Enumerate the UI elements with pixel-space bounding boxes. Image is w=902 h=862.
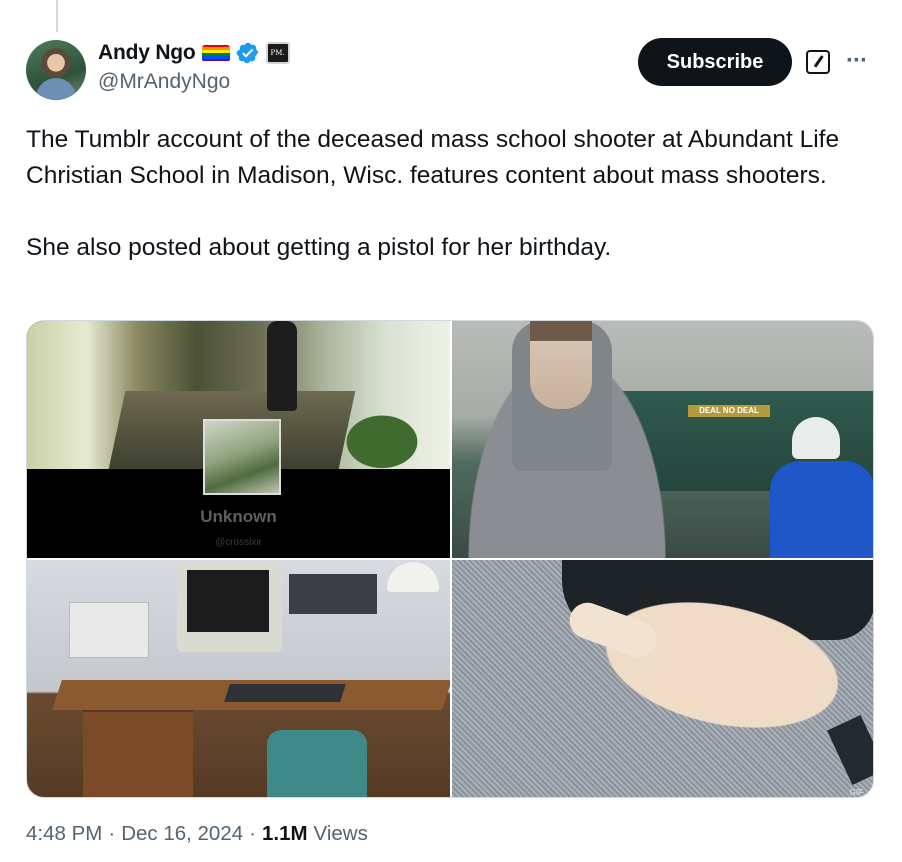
views-count: 1.1M (261, 822, 308, 845)
author-handle[interactable]: @MrAndyNgo (98, 70, 230, 94)
inset-thumbnail (203, 419, 281, 495)
walking-figure (267, 321, 297, 411)
pride-flag-icon (201, 44, 230, 62)
views-label: Views (313, 822, 368, 845)
media-tile-hallway[interactable]: Unknown @crossixir (27, 321, 450, 558)
printer (69, 602, 149, 658)
plant (327, 401, 437, 469)
avatar[interactable] (26, 40, 86, 100)
tweet-time[interactable]: 4:48 PM (26, 822, 102, 846)
thread-connector-line (56, 0, 58, 32)
meta-separator: · (249, 822, 256, 845)
media-grid: Unknown @crossixir DEAL NO DEAL GIF (26, 320, 874, 798)
desk-lamp (387, 562, 439, 592)
store-sign: DEAL NO DEAL (688, 405, 770, 417)
tweet-date[interactable]: Dec 16, 2024 (121, 822, 243, 846)
office-chair (267, 730, 367, 797)
media-caption: Unknown (200, 507, 277, 526)
tweet-text: The Tumblr account of the deceased mass … (26, 122, 876, 266)
verified-icon[interactable] (236, 41, 260, 65)
more-icon[interactable]: ··· (846, 47, 868, 75)
background-person (770, 461, 873, 558)
monitor-screen (187, 570, 269, 632)
tweet-meta: 4:48 PM · Dec 16, 2024 · 1.1M Views (26, 822, 368, 846)
media-tile-gif[interactable]: GIF (452, 560, 873, 797)
affiliation-icon[interactable]: PM. (265, 42, 290, 64)
media-tile-desk[interactable] (27, 560, 450, 797)
avatar-shoulders (36, 78, 76, 100)
author-name-row: Andy Ngo PM. (98, 40, 290, 66)
tweet-paragraph: She also posted about getting a pistol f… (26, 234, 612, 261)
desk-drawers (83, 710, 193, 797)
grok-icon[interactable] (806, 50, 830, 74)
media-tile-hoodie[interactable]: DEAL NO DEAL (452, 321, 873, 558)
media-credit: @crossixir (215, 537, 262, 548)
hair (530, 321, 592, 341)
subscribe-button[interactable]: Subscribe (638, 38, 792, 86)
keyboard (224, 684, 346, 702)
meta-separator: · (108, 822, 116, 845)
gif-badge: GIF (849, 788, 863, 797)
tweet-paragraph: The Tumblr account of the deceased mass … (26, 126, 840, 189)
stereo (289, 574, 377, 614)
helmet (792, 417, 840, 459)
author-display-name[interactable]: Andy Ngo (98, 41, 196, 65)
